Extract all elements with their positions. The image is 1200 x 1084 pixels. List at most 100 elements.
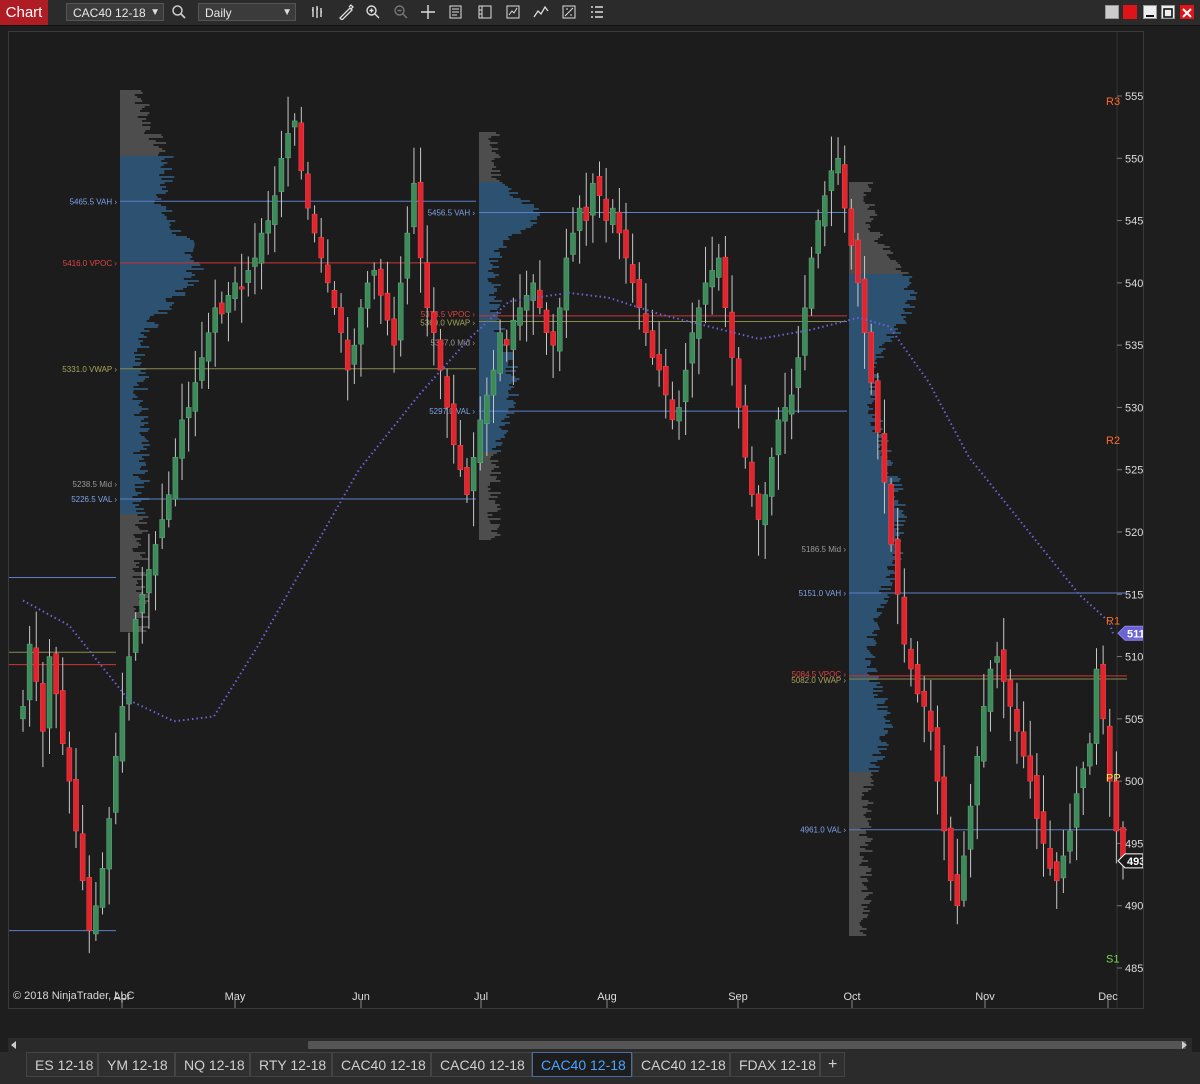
candle-down[interactable]	[378, 268, 384, 296]
search-icon[interactable]	[171, 4, 187, 20]
candle-down[interactable]	[431, 311, 437, 333]
scrollbar-thumb[interactable]	[308, 1041, 1186, 1049]
candle-up[interactable]	[775, 419, 782, 456]
candle-down[interactable]	[901, 596, 908, 645]
candle-down[interactable]	[722, 256, 729, 309]
candle-up[interactable]	[676, 407, 682, 422]
interval-selector[interactable]: Daily ▼	[198, 3, 296, 21]
crosshair-icon[interactable]	[420, 4, 436, 20]
tab-cac40-2[interactable]: CAC40 12-18	[431, 1052, 532, 1077]
candle-down[interactable]	[623, 229, 629, 259]
candle-down[interactable]	[311, 213, 318, 234]
candle-up[interactable]	[132, 618, 139, 653]
candle-down[interactable]	[66, 747, 73, 782]
candle-down[interactable]	[934, 727, 941, 782]
candle-up[interactable]	[225, 295, 232, 313]
candle-up[interactable]	[835, 158, 841, 174]
data-box-icon[interactable]	[448, 4, 464, 20]
instrument-selector[interactable]: CAC40 12-18 ▼	[66, 3, 164, 21]
candle-up[interactable]	[808, 257, 815, 309]
candle-down[interactable]	[417, 181, 424, 259]
candle-down[interactable]	[868, 331, 874, 383]
tab-cac40-1[interactable]: CAC40 12-18	[332, 1052, 431, 1077]
candle-down[interactable]	[79, 833, 86, 882]
candle-down[interactable]	[1000, 649, 1007, 682]
candle-down[interactable]	[1034, 775, 1040, 819]
candle-up[interactable]	[397, 282, 404, 341]
candle-down[interactable]	[649, 330, 656, 358]
candle-up[interactable]	[252, 257, 258, 267]
candle-down[interactable]	[908, 648, 914, 670]
candle-up[interactable]	[192, 382, 199, 412]
candle-down[interactable]	[616, 211, 623, 234]
candle-down[interactable]	[338, 307, 344, 333]
candle-up[interactable]	[470, 457, 477, 492]
candle-down[interactable]	[1020, 731, 1027, 757]
candle-down[interactable]	[656, 354, 662, 371]
candle-up[interactable]	[477, 419, 483, 463]
candle-down[interactable]	[583, 206, 590, 221]
candle-up[interactable]	[1093, 668, 1100, 744]
candle-down[interactable]	[861, 278, 868, 333]
candle-down[interactable]	[543, 309, 550, 333]
candle-down[interactable]	[855, 239, 861, 284]
candle-down[interactable]	[457, 445, 464, 470]
tab-es[interactable]: ES 12-18	[26, 1052, 98, 1077]
alerts-icon[interactable]	[561, 4, 577, 20]
candle-up[interactable]	[961, 855, 967, 901]
candle-up[interactable]	[166, 494, 172, 520]
candle-up[interactable]	[974, 755, 980, 806]
candle-down[interactable]	[331, 290, 338, 309]
tab-fdax[interactable]: FDAX 12-18	[730, 1052, 820, 1077]
candle-up[interactable]	[1080, 768, 1086, 789]
candle-down[interactable]	[219, 302, 225, 315]
candle-down[interactable]	[437, 339, 444, 371]
candle-down[interactable]	[305, 173, 311, 209]
candle-down[interactable]	[344, 339, 351, 371]
candle-up[interactable]	[152, 544, 159, 576]
candle-up[interactable]	[179, 419, 185, 459]
tab-nq[interactable]: NQ 12-18	[175, 1052, 250, 1077]
candle-down[interactable]	[875, 380, 881, 433]
candle-down[interactable]	[53, 653, 59, 695]
candle-down[interactable]	[928, 710, 934, 732]
candle-up[interactable]	[822, 195, 828, 227]
candle-up[interactable]	[570, 232, 576, 255]
candle-up[interactable]	[981, 706, 987, 762]
candle-up[interactable]	[682, 369, 689, 403]
candle-up[interactable]	[828, 170, 835, 191]
candle-down[interactable]	[33, 647, 40, 682]
candle-down[interactable]	[424, 262, 430, 309]
candle-down[interactable]	[663, 365, 669, 396]
horizontal-scrollbar[interactable]	[8, 1038, 1192, 1052]
candle-down[interactable]	[669, 399, 676, 421]
candle-down[interactable]	[73, 779, 79, 832]
candle-up[interactable]	[795, 357, 802, 388]
candle-down[interactable]	[537, 289, 543, 309]
candle-up[interactable]	[371, 270, 377, 276]
bar-type-icon[interactable]	[310, 4, 326, 20]
candle-down[interactable]	[1014, 709, 1020, 732]
candle-up[interactable]	[815, 220, 821, 254]
candle-down[interactable]	[450, 403, 457, 446]
candle-up[interactable]	[232, 282, 238, 299]
candle-down[interactable]	[749, 461, 755, 495]
candle-down[interactable]	[954, 874, 961, 906]
candle-down[interactable]	[947, 827, 954, 882]
candle-down[interactable]	[729, 311, 735, 358]
candle-up[interactable]	[245, 270, 252, 283]
candle-up[interactable]	[172, 457, 179, 500]
candle-down[interactable]	[444, 376, 450, 408]
candle-down[interactable]	[1047, 847, 1053, 869]
candle-up[interactable]	[994, 656, 1000, 663]
candle-down[interactable]	[1027, 755, 1033, 782]
zoom-in-icon[interactable]	[365, 4, 381, 20]
candle-down[interactable]	[914, 664, 921, 695]
candle-up[interactable]	[291, 120, 298, 128]
tab-cac40-4[interactable]: CAC40 12-18	[632, 1052, 730, 1077]
candle-down[interactable]	[464, 466, 470, 495]
candle-up[interactable]	[364, 282, 371, 309]
candle-up[interactable]	[404, 232, 411, 279]
candle-down[interactable]	[596, 176, 603, 196]
candle-up[interactable]	[358, 307, 364, 345]
